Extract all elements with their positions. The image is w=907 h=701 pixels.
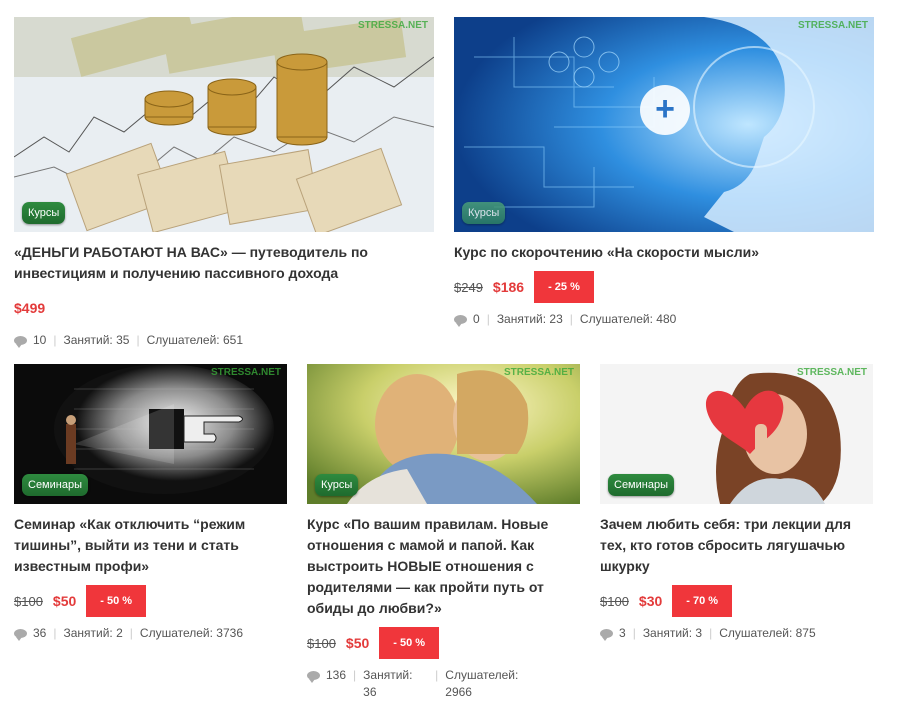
comment-icon bbox=[454, 315, 467, 327]
course-title[interactable]: Курс «По вашим правилам. Новые отношения… bbox=[307, 514, 580, 619]
course-image-speedreading[interactable]: STRESSA.NET + Курсы bbox=[454, 17, 874, 232]
course-image-seminar-silence[interactable]: STRESSA.NET Семинары bbox=[14, 364, 287, 504]
comment-icon bbox=[14, 336, 27, 348]
old-price: $100 bbox=[307, 635, 336, 651]
category-badge[interactable]: Курсы bbox=[462, 202, 506, 224]
course-image-parents[interactable]: STRESSA.NET Курсы bbox=[307, 364, 580, 504]
course-title[interactable]: «ДЕНЬГИ РАБОТАЮТ НА ВАС» — путеводитель … bbox=[14, 242, 434, 284]
comment-icon bbox=[600, 629, 613, 641]
discount-badge: - 50 % bbox=[86, 585, 147, 617]
money-coins-image bbox=[14, 17, 434, 232]
discount-badge: - 70 % bbox=[672, 585, 733, 617]
listeners-count: Слушателей: 651 bbox=[146, 333, 243, 347]
price-row: $499 bbox=[14, 292, 434, 324]
category-badge[interactable]: Семинары bbox=[608, 474, 674, 496]
course-image-money[interactable]: STRESSA.NET Курсы bbox=[14, 17, 434, 232]
listeners-count: Слушателей: 480 bbox=[579, 312, 677, 326]
comment-icon bbox=[14, 629, 27, 641]
course-title[interactable]: Семинар «Как отключить “режим тишины”, в… bbox=[14, 514, 287, 577]
comment-count: 36 bbox=[33, 626, 47, 640]
course-meta: 10 | Занятий: 35 | Слушателей: 651 bbox=[14, 332, 434, 349]
lessons-count: Занятий: 36 bbox=[363, 668, 413, 699]
discount-badge: - 25 % bbox=[534, 271, 594, 303]
category-badge[interactable]: Семинары bbox=[22, 474, 88, 496]
course-meta: 36 | Занятий: 2 | Слушателей: 3736 bbox=[14, 625, 287, 642]
old-price: $249 bbox=[454, 279, 483, 295]
current-price: $50 bbox=[345, 635, 370, 651]
lessons-count: Занятий: 2 bbox=[63, 626, 123, 640]
listeners-count: Слушателей: 3736 bbox=[139, 626, 243, 640]
price-row: $100 $50 - 50 % bbox=[14, 585, 287, 617]
old-price: $100 bbox=[600, 593, 629, 609]
course-meta: 3 | Занятий: 3 | Слушателей: 875 bbox=[600, 625, 873, 642]
price-row: $100 $50 - 50 % bbox=[307, 627, 580, 659]
comment-count: 3 bbox=[619, 626, 626, 640]
current-price: $30 bbox=[638, 593, 663, 609]
lessons-count: Занятий: 35 bbox=[63, 333, 130, 347]
watermark: STRESSA.NET bbox=[210, 367, 281, 378]
category-badge[interactable]: Курсы bbox=[315, 474, 359, 496]
course-card-self-love: STRESSA.NET Семинары Зачем любить себя: … bbox=[600, 364, 873, 642]
comment-count: 10 bbox=[33, 333, 47, 347]
price-row: $100 $30 - 70 % bbox=[600, 585, 873, 617]
comment-count: 136 bbox=[326, 668, 347, 682]
course-title[interactable]: Зачем любить себя: три лекции для тех, к… bbox=[600, 514, 873, 577]
watermark: STRESSA.NET bbox=[503, 367, 574, 378]
category-badge[interactable]: Курсы bbox=[22, 202, 66, 224]
lessons-count: Занятий: 3 bbox=[642, 626, 703, 640]
course-card-seminar-silence: STRESSA.NET Семинары Семинар «Как отключ… bbox=[14, 364, 287, 642]
current-price: $50 bbox=[52, 593, 77, 609]
lessons-count: Занятий: 23 bbox=[496, 312, 563, 326]
course-card-money: STRESSA.NET Курсы «ДЕНЬГИ РАБОТАЮТ НА ВА… bbox=[14, 17, 434, 349]
course-meta: 136 | Занятий: 36 | Слушателей: 2966 bbox=[307, 667, 580, 701]
course-image-self-love[interactable]: STRESSA.NET Семинары bbox=[600, 364, 873, 504]
comment-icon bbox=[307, 671, 320, 683]
watermark: STRESSA.NET bbox=[796, 367, 867, 378]
plus-icon[interactable]: + bbox=[640, 85, 690, 135]
price-row: $249 $186 - 25 % bbox=[454, 271, 874, 303]
discount-badge: - 50 % bbox=[379, 627, 440, 659]
course-meta: 0 | Занятий: 23 | Слушателей: 480 bbox=[454, 311, 874, 328]
comment-count: 0 bbox=[473, 312, 480, 326]
watermark: STRESSA.NET bbox=[357, 20, 428, 31]
listeners-count: Слушателей: 2966 bbox=[445, 668, 519, 699]
course-card-speedreading: STRESSA.NET + Курсы Курс по скорочтению … bbox=[454, 17, 874, 328]
listeners-count: Слушателей: 875 bbox=[719, 626, 816, 640]
old-price: $100 bbox=[14, 593, 43, 609]
current-price: $499 bbox=[14, 300, 46, 316]
watermark: STRESSA.NET bbox=[797, 20, 868, 31]
course-title[interactable]: Курс по скорочтению «На скорости мысли» bbox=[454, 242, 874, 263]
course-card-parents: STRESSA.NET Курсы Курс «По вашим правила… bbox=[307, 364, 580, 701]
current-price: $186 bbox=[492, 279, 525, 295]
